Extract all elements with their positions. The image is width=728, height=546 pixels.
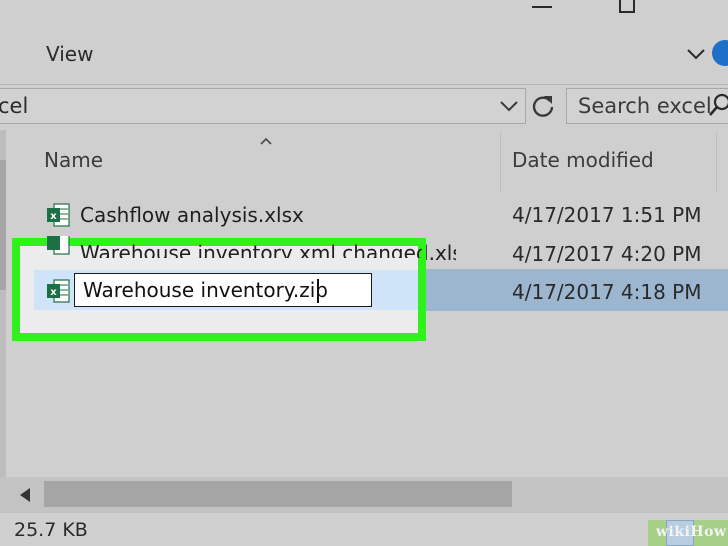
ribbon-tab-view[interactable]: View bbox=[46, 42, 93, 66]
text-caret bbox=[317, 279, 319, 303]
watermark-logo: wikiHow bbox=[656, 524, 727, 540]
svg-text:x: x bbox=[50, 287, 57, 298]
excel-file-icon: x bbox=[46, 202, 70, 228]
column-divider[interactable] bbox=[716, 132, 717, 192]
address-path: cel bbox=[0, 94, 29, 118]
file-date: 4/17/2017 1:51 PM bbox=[512, 203, 702, 227]
column-header-name[interactable]: Name bbox=[44, 148, 103, 172]
sort-up-icon bbox=[258, 132, 274, 145]
svg-text:x: x bbox=[50, 211, 57, 222]
column-divider[interactable] bbox=[500, 132, 501, 192]
maximize-button[interactable] bbox=[619, 0, 635, 13]
horizontal-scroll-thumb[interactable] bbox=[44, 481, 512, 507]
minimize-button[interactable] bbox=[528, 0, 558, 14]
file-name: Warehouse inventory xml changed.xlsx bbox=[426, 241, 456, 264]
excel-file-icon bbox=[46, 236, 70, 256]
row-name-tail: Warehouse inventory xml changed.xlsx bbox=[426, 240, 456, 264]
scroll-left-icon[interactable] bbox=[14, 482, 38, 508]
address-history-chevron-icon[interactable] bbox=[498, 94, 520, 118]
help-icon[interactable] bbox=[712, 40, 728, 66]
chevron-down-icon[interactable] bbox=[683, 40, 709, 66]
file-name[interactable]: Warehouse inventory xml changed.xlsx bbox=[80, 241, 422, 258]
row-name-clip: Warehouse inventory xml changed.xlsx bbox=[80, 240, 422, 258]
file-name[interactable]: Cashflow analysis.xlsx bbox=[80, 203, 304, 227]
excel-file-icon: x bbox=[46, 278, 70, 304]
selection-size: 25.7 KB bbox=[14, 519, 88, 541]
file-date: 4/17/2017 4:20 PM bbox=[512, 242, 702, 266]
address-bar[interactable] bbox=[0, 88, 526, 124]
column-header-date-modified[interactable]: Date modified bbox=[512, 148, 654, 172]
status-bar bbox=[0, 513, 728, 546]
rename-input[interactable] bbox=[74, 273, 372, 307]
search-icon[interactable] bbox=[708, 92, 728, 118]
refresh-icon[interactable] bbox=[530, 92, 556, 120]
ribbon-divider bbox=[0, 84, 728, 85]
file-date: 4/17/2017 4:18 PM bbox=[512, 280, 702, 304]
navigation-pane-scroll-thumb[interactable] bbox=[0, 160, 6, 290]
search-input[interactable]: Search excel bbox=[578, 94, 712, 118]
